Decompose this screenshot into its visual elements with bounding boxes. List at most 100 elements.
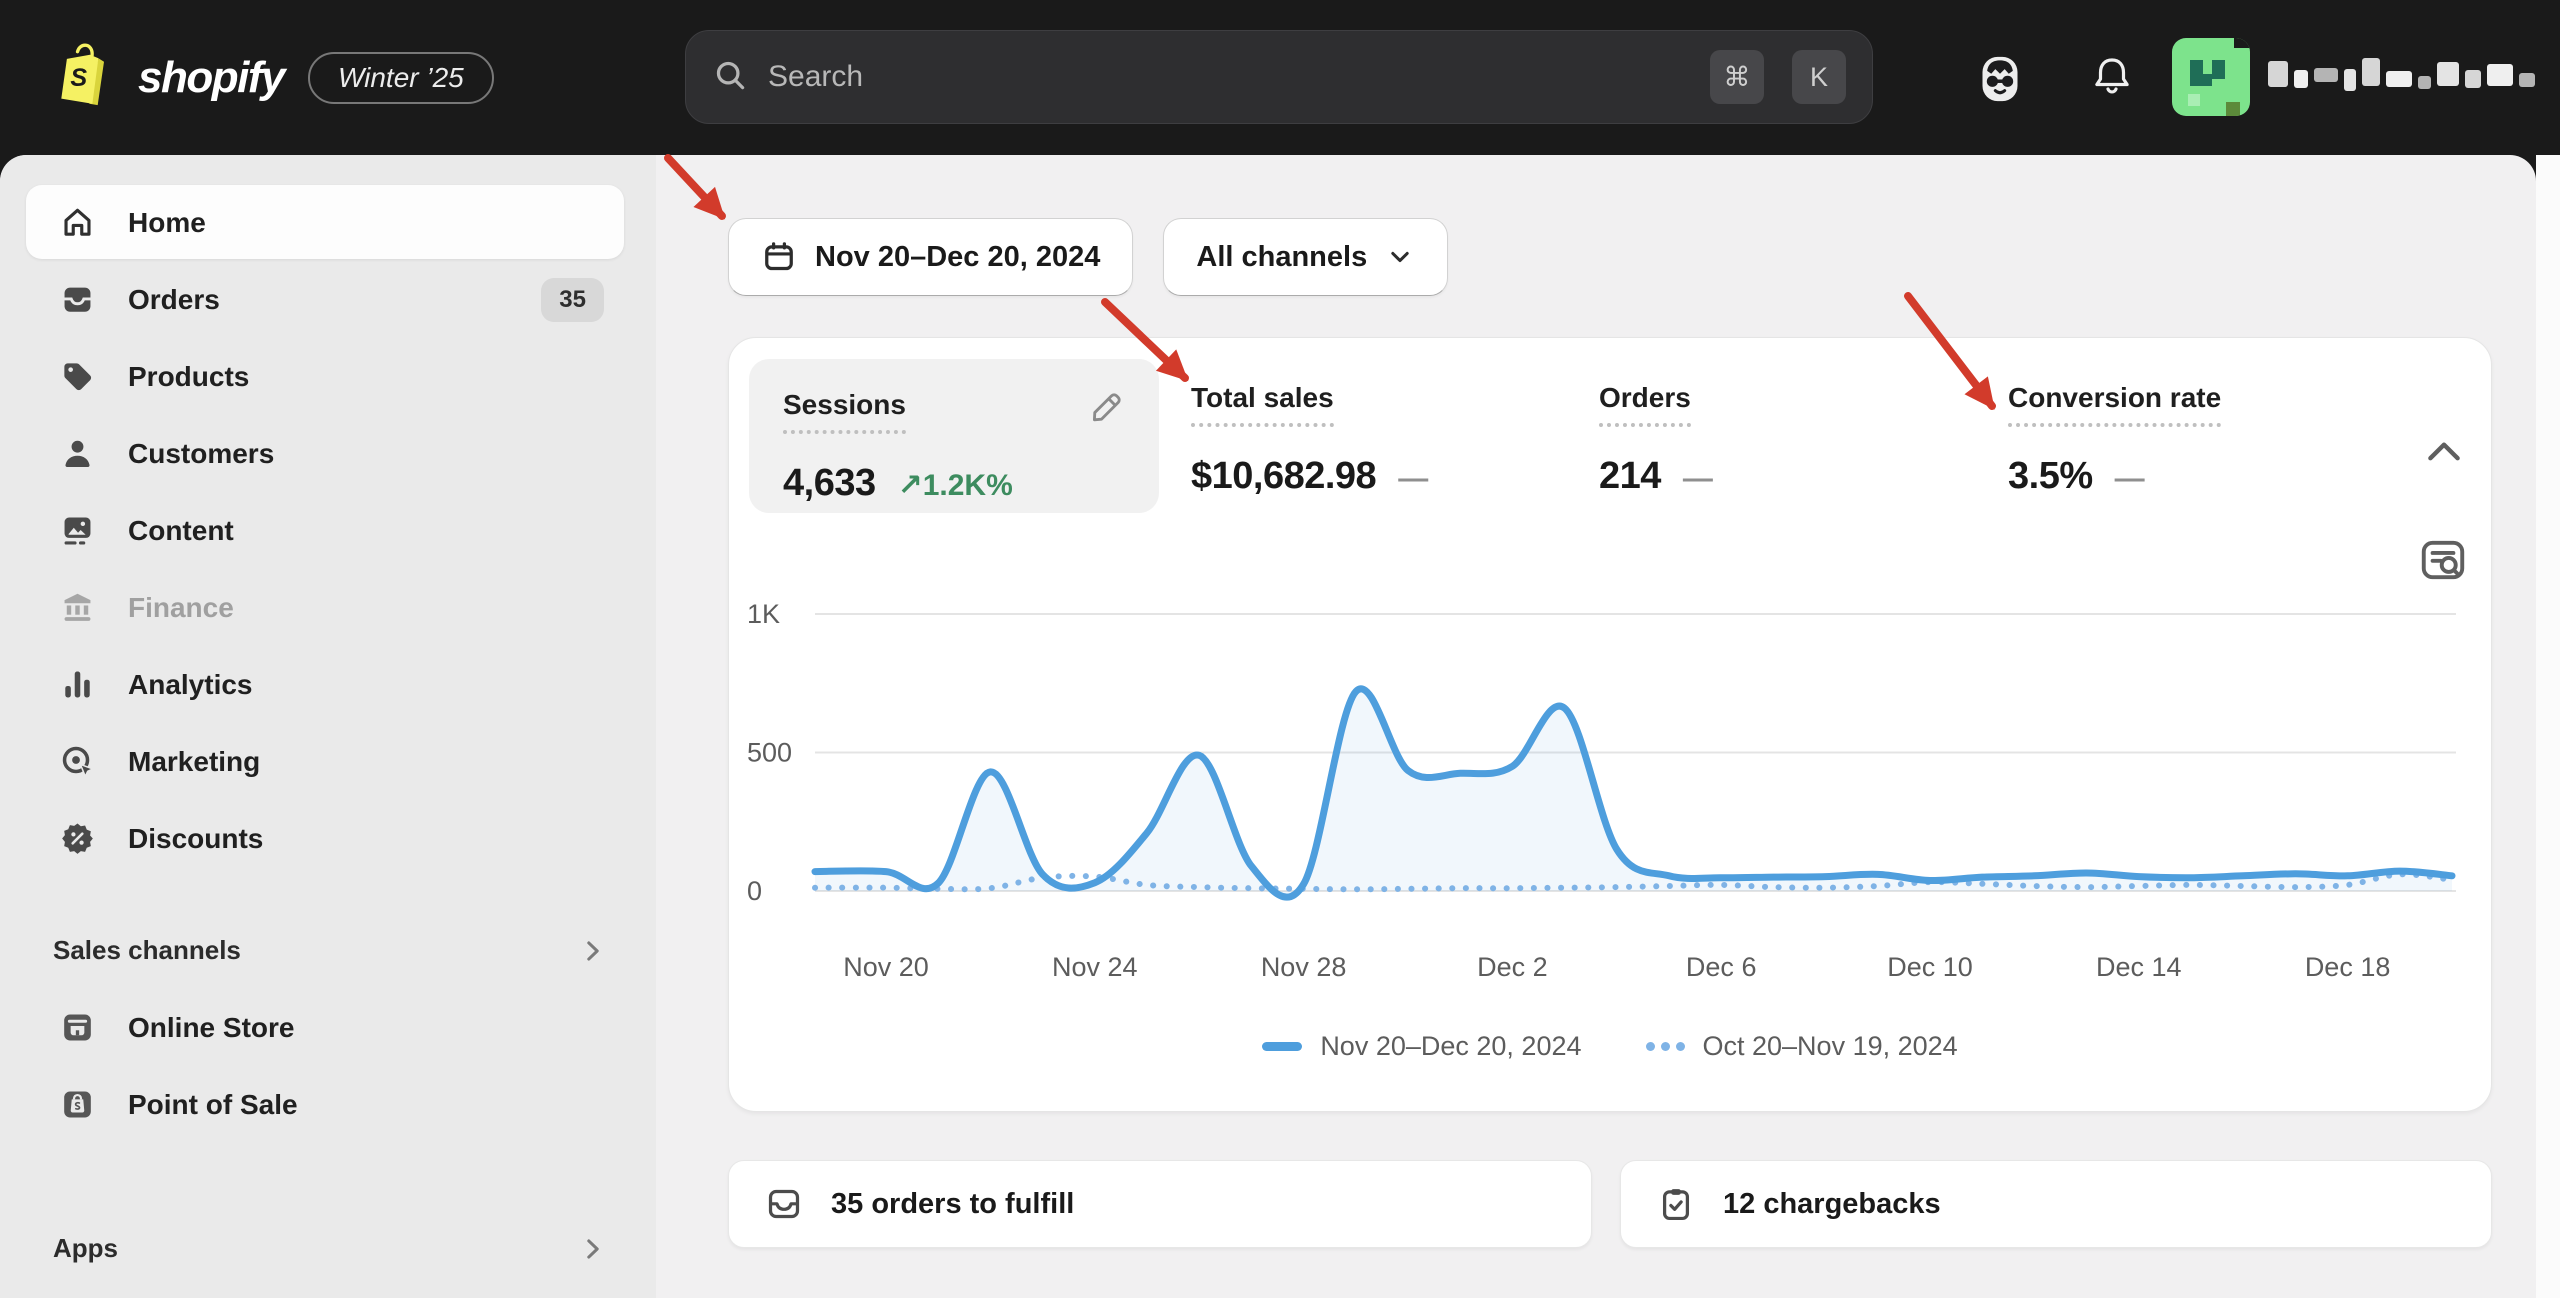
- sidebar-item-label: Analytics: [128, 669, 253, 701]
- inbox-tray-icon: [765, 1185, 803, 1223]
- products-icon: [59, 358, 96, 395]
- shopify-logo[interactable]: S shopify Winter ’25: [52, 0, 494, 155]
- page-scrollbar[interactable]: [2536, 155, 2560, 1298]
- sidebar-item-content[interactable]: Content: [0, 492, 656, 569]
- customers-icon: [59, 435, 96, 472]
- chevron-down-icon: [1385, 242, 1415, 272]
- brand-wordmark: shopify: [138, 53, 284, 103]
- sidebar-section-sales-channels[interactable]: Sales channels: [0, 912, 656, 989]
- sidebar-item-label: Content: [128, 515, 234, 547]
- sidebar-section-apps[interactable]: Apps: [0, 1210, 656, 1287]
- calendar-icon: [761, 239, 797, 275]
- chevron-right-icon: [578, 936, 608, 966]
- clipboard-check-icon: [1657, 1185, 1695, 1223]
- search-icon: [712, 57, 748, 98]
- date-range-label: Nov 20–Dec 20, 2024: [815, 241, 1100, 274]
- metric-label: Orders: [1599, 382, 1691, 427]
- metric-value: 4,633: [783, 462, 876, 505]
- metric-label: Sessions: [783, 389, 906, 434]
- sidebar-item-orders[interactable]: Orders 35: [0, 261, 656, 338]
- section-label: Apps: [53, 1233, 118, 1264]
- sidebar-item-products[interactable]: Products: [0, 338, 656, 415]
- orders-metric[interactable]: Orders 214 —: [1599, 382, 1713, 498]
- collapse-chevron-up-icon[interactable]: [2421, 430, 2467, 476]
- orders-icon: [59, 281, 96, 318]
- release-badge[interactable]: Winter ’25: [308, 52, 494, 104]
- sidebar-item-label: Marketing: [128, 746, 260, 778]
- svg-text:Nov 20: Nov 20: [843, 952, 929, 982]
- edit-metric-pencil-icon[interactable]: [1087, 389, 1125, 427]
- svg-text:Dec 2: Dec 2: [1477, 952, 1548, 982]
- filters-row: Nov 20–Dec 20, 2024 All channels: [728, 218, 1448, 296]
- svg-text:Nov 24: Nov 24: [1052, 952, 1138, 982]
- metric-value: 214: [1599, 455, 1661, 498]
- sidebar-item-analytics[interactable]: Analytics: [0, 646, 656, 723]
- shopify-bag-icon: S: [52, 40, 114, 115]
- metric-delta: ↗1.2K%: [898, 468, 1013, 503]
- no-comparison-dash: —: [2115, 462, 2145, 496]
- chevron-right-icon: [578, 1234, 608, 1264]
- channel-filter-label: All channels: [1196, 241, 1367, 274]
- sidebar-item-label: Finance: [128, 592, 234, 624]
- search-input[interactable]: Search ⌘ K: [685, 30, 1873, 124]
- topbar: S shopify Winter ’25 Search ⌘ K: [0, 0, 2560, 155]
- analytics-icon: [59, 666, 96, 703]
- sidebar-item-online-store[interactable]: Online Store: [0, 989, 656, 1066]
- legend-item-current-period: Nov 20–Dec 20, 2024: [1262, 1031, 1581, 1062]
- finance-icon: [59, 589, 96, 626]
- discounts-icon: [59, 820, 96, 857]
- svg-text:Dec 18: Dec 18: [2305, 952, 2391, 982]
- svg-text:Dec 10: Dec 10: [1887, 952, 1973, 982]
- persona-icon[interactable]: [1972, 50, 2028, 113]
- point-of-sale-icon: [59, 1086, 96, 1123]
- sidebar-nav: Home Orders 35 Products Customers Content Fina…: [0, 184, 656, 877]
- sidebar-item-label: Online Store: [128, 1012, 294, 1044]
- sidebar-item-discounts[interactable]: Discounts: [0, 800, 656, 877]
- notifications-bell-icon[interactable]: [2088, 52, 2136, 109]
- svg-text:500: 500: [747, 738, 792, 768]
- no-comparison-dash: —: [1683, 462, 1713, 496]
- home-icon: [59, 204, 96, 241]
- legend-label: Nov 20–Dec 20, 2024: [1320, 1031, 1581, 1062]
- legend-label: Oct 20–Nov 19, 2024: [1703, 1031, 1958, 1062]
- sidebar-item-label: Products: [128, 361, 249, 393]
- sidebar: Home Orders 35 Products Customers Content Fina…: [0, 155, 656, 1298]
- svg-text:0: 0: [747, 876, 762, 906]
- sidebar-item-point-of-sale[interactable]: Point of Sale: [0, 1066, 656, 1143]
- conversion-rate-metric[interactable]: Conversion rate 3.5% —: [2008, 382, 2221, 498]
- chargebacks-label: 12 chargebacks: [1723, 1188, 1941, 1221]
- section-label: Sales channels: [53, 935, 241, 966]
- legend-solid-line-swatch: [1262, 1042, 1302, 1051]
- sidebar-item-label: Orders: [128, 284, 220, 316]
- metric-value: 3.5%: [2008, 455, 2093, 498]
- admin-canvas: Home Orders 35 Products Customers Content Fina…: [0, 155, 2536, 1298]
- sidebar-item-customers[interactable]: Customers: [0, 415, 656, 492]
- svg-text:Nov 28: Nov 28: [1261, 952, 1347, 982]
- sidebar-item-label: Discounts: [128, 823, 263, 855]
- svg-text:S: S: [70, 64, 87, 92]
- chargebacks-card[interactable]: 12 chargebacks: [1620, 1160, 2492, 1248]
- total-sales-metric[interactable]: Total sales$10,682.98—: [1191, 382, 1428, 498]
- sidebar-item-label: Customers: [128, 438, 274, 470]
- marketing-icon: [59, 743, 96, 780]
- sidebar-item-label: Home: [128, 207, 206, 239]
- chart-legend: Nov 20–Dec 20, 2024 Oct 20–Nov 19, 2024: [729, 1031, 2491, 1062]
- sidebar-item-finance[interactable]: Finance: [0, 569, 656, 646]
- date-range-button[interactable]: Nov 20–Dec 20, 2024: [728, 218, 1133, 296]
- sidebar-item-home[interactable]: Home: [0, 184, 656, 261]
- store-name-obscured[interactable]: [2268, 52, 2535, 102]
- sessions-metric[interactable]: Sessions 4,633 ↗1.2K%: [749, 359, 1159, 513]
- sessions-line-chart: 05001KNov 20Nov 24Nov 28Dec 2Dec 6Dec 10…: [741, 576, 2471, 996]
- store-avatar[interactable]: [2172, 38, 2250, 116]
- orders-count-badge: 35: [541, 278, 604, 322]
- legend-dotted-line-swatch: [1646, 1042, 1685, 1051]
- sidebar-item-marketing[interactable]: Marketing: [0, 723, 656, 800]
- channel-filter-button[interactable]: All channels: [1163, 218, 1448, 296]
- analytics-card: Sessions 4,633 ↗1.2K% Total sales$10,682.98…: [728, 337, 2492, 1112]
- orders-to-fulfill-card[interactable]: 35 orders to fulfill: [728, 1160, 1592, 1248]
- metric-label: Conversion rate: [2008, 382, 2221, 427]
- metric-value: $10,682.98: [1191, 455, 1376, 498]
- online-store-icon: [59, 1009, 96, 1046]
- svg-text:Dec 6: Dec 6: [1686, 952, 1757, 982]
- shopify-admin-home: { "topbar": { "brand": "shopify", "relea…: [0, 0, 2560, 1298]
